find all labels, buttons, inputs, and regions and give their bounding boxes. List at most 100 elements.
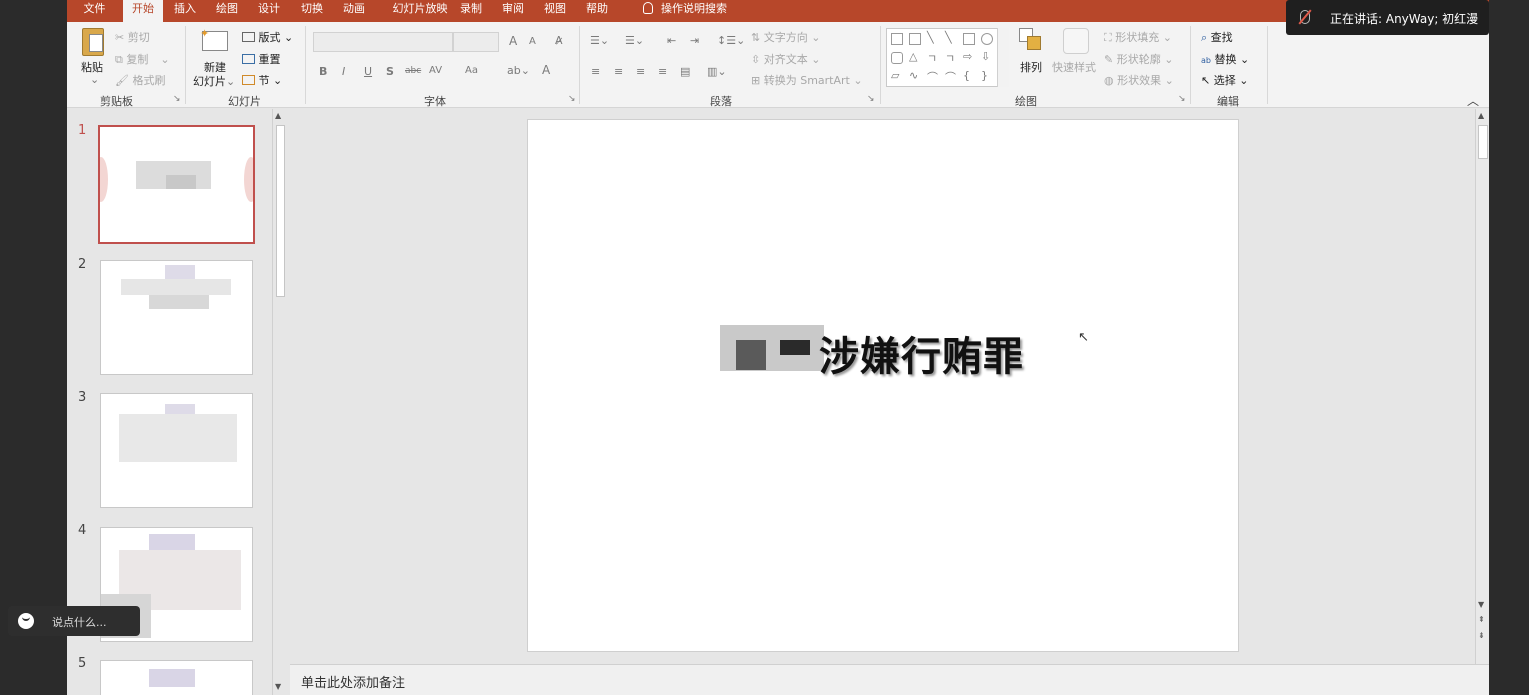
tell-me-search[interactable]: 操作说明搜索 <box>630 0 740 22</box>
slide-thumbnail-2[interactable] <box>100 260 253 375</box>
shapes-gallery[interactable]: ╲ ╲ △ ㄱㄱ ⇨ ⇩ ▱ ∿ ⌒ ⌒ {} <box>886 28 1009 87</box>
dialog-launcher-icon[interactable]: ↘ <box>173 94 181 104</box>
smartart-button[interactable]: ⊞ 转换为 SmartArt ⌄ <box>751 72 863 88</box>
decrease-indent-icon[interactable]: ⇤ <box>667 34 676 47</box>
slide-title[interactable]: 涉嫌行贿罪 <box>819 324 1024 382</box>
chat-input-bar[interactable]: 说点什么... <box>8 606 140 636</box>
shrink-font-button[interactable]: A <box>529 36 536 47</box>
dialog-launcher-icon[interactable]: ↘ <box>867 94 875 104</box>
emoji-icon[interactable] <box>18 613 34 629</box>
arrow-down-icon[interactable]: ▼ <box>275 682 281 691</box>
slide-thumbnail-3[interactable] <box>100 393 253 508</box>
text-direction-button[interactable]: ⇅ 文字方向 ⌄ <box>751 29 820 45</box>
bullets-icon[interactable]: ☰⌄ <box>590 34 609 47</box>
gallery-scroll[interactable] <box>997 28 1009 87</box>
speaking-text: 正在讲话: AnyWay; 初红漫 <box>1330 12 1479 26</box>
tab-home[interactable]: 开始 <box>123 0 163 22</box>
distributed-icon[interactable]: ▤ <box>680 65 690 78</box>
divider <box>1267 26 1268 104</box>
tab-transitions[interactable]: 切换 <box>292 0 332 22</box>
italic-button[interactable]: I <box>342 65 345 78</box>
font-name-dropdown[interactable] <box>313 32 453 52</box>
columns-icon[interactable]: ▥⌄ <box>707 65 727 78</box>
editor-scrollbar[interactable]: ▲ ▼ ⇞ ⇟ <box>1475 109 1489 664</box>
divider <box>880 26 881 104</box>
new-slide-button[interactable]: ✦ <box>200 27 228 53</box>
font-size-dropdown[interactable] <box>453 32 499 52</box>
arrange-button[interactable] <box>1019 28 1045 56</box>
section-icon <box>242 75 255 85</box>
next-slide-icon[interactable]: ⇟ <box>1478 631 1485 640</box>
tab-animations[interactable]: 动画 <box>334 0 374 22</box>
slides-group-label: 幻灯片 <box>228 95 261 108</box>
format-painter-button[interactable]: 🖌 格式刷 <box>115 72 165 88</box>
quick-styles-button[interactable] <box>1063 28 1089 56</box>
notes-placeholder[interactable]: 单击此处添加备注 <box>301 672 405 691</box>
shape-outline-button[interactable]: ✎ 形状轮廓 ⌄ <box>1104 51 1173 67</box>
current-slide[interactable]: 涉嫌行贿罪 ↖ <box>527 119 1239 652</box>
tab-file[interactable]: 文件 <box>67 0 122 22</box>
strikethrough-button[interactable]: abc <box>405 66 421 76</box>
slide-thumbnail-5[interactable] <box>100 660 253 695</box>
paragraph-group-label: 段落 <box>710 95 732 108</box>
find-button[interactable]: ⌕ 查找 <box>1201 29 1233 45</box>
numbering-icon[interactable]: ☰⌄ <box>625 34 644 47</box>
copy-button[interactable]: ⧉ 复制 ⌄ <box>115 51 170 67</box>
char-spacing-button[interactable]: AV <box>429 65 442 76</box>
reset-button[interactable]: 重置 <box>242 51 281 67</box>
cut-button[interactable]: ✂ 剪切 <box>115 29 150 45</box>
slide-thumbnail-1[interactable] <box>98 125 255 244</box>
new-slide-dropdown[interactable]: 幻灯片⌄ <box>193 73 235 89</box>
tab-review[interactable]: 审阅 <box>493 0 533 22</box>
replace-button[interactable]: ab 替换 ⌄ <box>1201 51 1249 67</box>
thumbnails-scrollbar[interactable]: ▲ ▼ <box>272 109 287 695</box>
arrange-label[interactable]: 排列 <box>1020 59 1042 75</box>
highlight-icon[interactable]: ab⌄ <box>507 64 530 77</box>
collapse-ribbon-icon[interactable]: ︿ <box>1467 92 1479 109</box>
layout-button[interactable]: 版式 ⌄ <box>242 29 293 45</box>
arrow-up-icon[interactable]: ▲ <box>275 111 281 120</box>
align-left-icon[interactable]: ≡ <box>591 65 600 78</box>
dialog-launcher-icon[interactable]: ↘ <box>568 94 576 104</box>
chevron-down-icon[interactable]: ⌄ <box>90 73 99 86</box>
brush-icon: 🖌 <box>115 74 129 87</box>
tab-insert[interactable]: 插入 <box>165 0 205 22</box>
select-button[interactable]: ↖ 选择 ⌄ <box>1201 72 1248 88</box>
tab-draw[interactable]: 绘图 <box>207 0 247 22</box>
bold-button[interactable]: B <box>319 65 327 78</box>
quick-styles-label[interactable]: 快速样式 <box>1052 59 1096 75</box>
underline-button[interactable]: U <box>364 65 372 78</box>
scroll-thumb[interactable] <box>276 125 285 297</box>
scroll-thumb[interactable] <box>1478 125 1488 159</box>
shape-effects-button[interactable]: ◍ 形状效果 ⌄ <box>1104 72 1174 88</box>
redacted-block <box>736 340 766 370</box>
chat-placeholder[interactable]: 说点什么... <box>52 614 107 630</box>
shape-fill-button[interactable]: ⛶ 形状填充 ⌄ <box>1104 29 1172 45</box>
grow-font-button[interactable]: A <box>509 34 517 48</box>
slide-number: 1 <box>78 123 87 138</box>
align-text-button[interactable]: ⇳ 对齐文本 ⌄ <box>751 51 820 67</box>
clear-format-icon[interactable]: A̷ <box>555 34 563 47</box>
dialog-launcher-icon[interactable]: ↘ <box>1178 94 1186 104</box>
change-case-button[interactable]: Aa <box>465 65 478 76</box>
tab-slideshow[interactable]: 幻灯片放映 <box>379 0 461 22</box>
justify-icon[interactable]: ≡ <box>658 65 667 78</box>
arrow-up-icon[interactable]: ▲ <box>1478 111 1484 120</box>
tab-record[interactable]: 录制 <box>451 0 491 22</box>
increase-indent-icon[interactable]: ⇥ <box>690 34 699 47</box>
line-spacing-icon[interactable]: ↕☰⌄ <box>717 34 745 47</box>
font-color-button[interactable]: A <box>542 63 550 77</box>
divider <box>305 26 306 104</box>
paste-button[interactable] <box>80 28 106 58</box>
tab-help[interactable]: 帮助 <box>577 0 617 22</box>
notes-pane[interactable]: 单击此处添加备注 <box>290 664 1489 695</box>
tab-view[interactable]: 视图 <box>535 0 575 22</box>
align-right-icon[interactable]: ≡ <box>636 65 645 78</box>
previous-slide-icon[interactable]: ⇞ <box>1478 615 1485 624</box>
redacted-block <box>780 340 810 355</box>
section-button[interactable]: 节 ⌄ <box>242 72 282 88</box>
text-shadow-button[interactable]: S <box>386 65 394 78</box>
tab-design[interactable]: 设计 <box>249 0 289 22</box>
align-center-icon[interactable]: ≡ <box>614 65 623 78</box>
arrow-down-icon[interactable]: ▼ <box>1478 600 1484 609</box>
